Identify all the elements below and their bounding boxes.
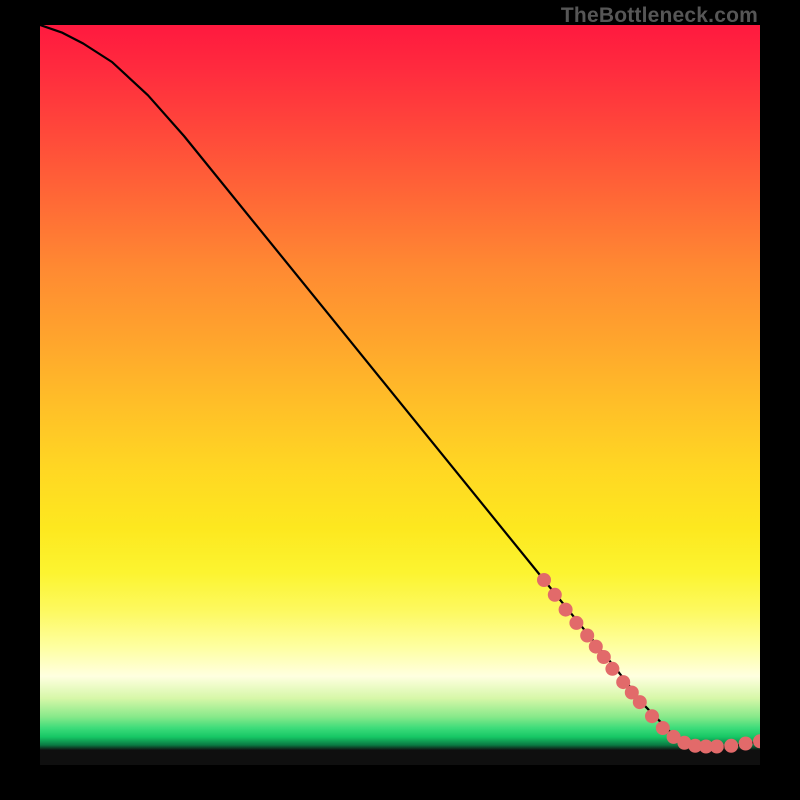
data-point bbox=[739, 737, 753, 751]
data-points-group bbox=[537, 573, 760, 754]
data-point bbox=[537, 573, 551, 587]
bottleneck-curve bbox=[40, 25, 760, 747]
data-point bbox=[753, 734, 760, 748]
chart-svg bbox=[40, 25, 760, 765]
data-point bbox=[677, 736, 691, 750]
data-point bbox=[559, 603, 573, 617]
data-point bbox=[710, 740, 724, 754]
chart-plot-area bbox=[40, 25, 760, 765]
data-point bbox=[589, 640, 603, 654]
data-point bbox=[616, 675, 630, 689]
data-point bbox=[688, 739, 702, 753]
data-point bbox=[667, 730, 681, 744]
data-point bbox=[569, 616, 583, 630]
data-point bbox=[724, 739, 738, 753]
data-point bbox=[597, 650, 611, 664]
data-point bbox=[656, 721, 670, 735]
chart-stage: TheBottleneck.com bbox=[0, 0, 800, 800]
data-point bbox=[625, 686, 639, 700]
data-point bbox=[605, 662, 619, 676]
data-point bbox=[548, 588, 562, 602]
data-point bbox=[580, 629, 594, 643]
data-point bbox=[633, 695, 647, 709]
data-point bbox=[699, 740, 713, 754]
data-point bbox=[645, 709, 659, 723]
